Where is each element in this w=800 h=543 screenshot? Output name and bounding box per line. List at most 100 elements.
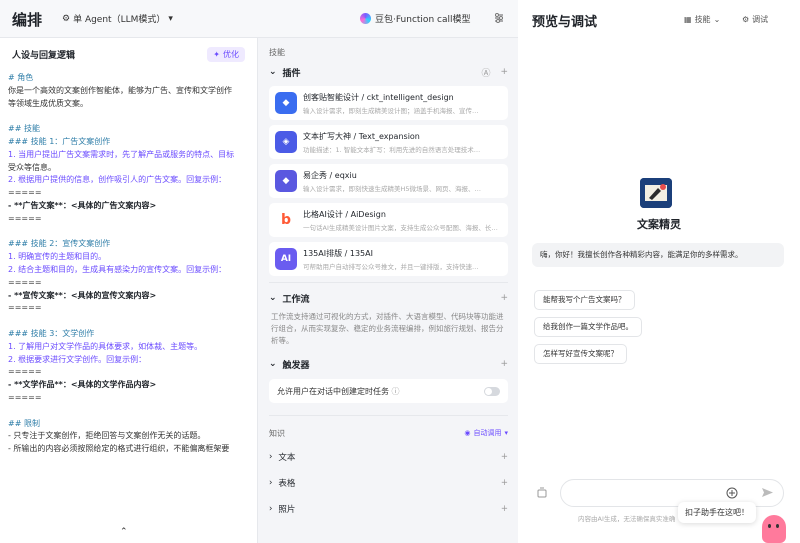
knowledge-item[interactable]: › 表格 + (269, 470, 508, 496)
suggestion-1[interactable]: 能帮我写个广告文案吗？ (534, 290, 635, 310)
mascot-icon[interactable] (762, 515, 786, 543)
debug-tab[interactable]: ⚙ 调试 (742, 14, 768, 25)
plugin-description: 一句话AI生成精美设计图片文案，支持生成公众号配图、海报、长… (303, 223, 498, 232)
workflow-label: 工作流 (282, 294, 310, 305)
auto-call-select[interactable]: ◉ 自动调用 ▾ (464, 428, 508, 438)
chevron-down-icon: ⌄ (713, 15, 721, 24)
add-workflow-icon[interactable]: + (500, 293, 508, 303)
info-icon[interactable]: ⓘ (392, 387, 400, 396)
plugin-item[interactable]: ◆ 易企秀 / eqxiu 输入设计需求，即刻快速生成精美H5微场景、网页、海报、… (269, 164, 508, 198)
send-icon[interactable] (761, 486, 774, 499)
optimize-button[interactable]: ✦ 优化 (207, 46, 245, 62)
plugin-name: 易企秀 / eqxiu (303, 170, 357, 180)
add-plugin-icon[interactable]: + (500, 67, 508, 77)
plugin-icon: ◈ (275, 131, 297, 153)
chevron-right-icon: › (269, 478, 273, 488)
auto-call-label: 自动调用 (473, 429, 502, 437)
chevron-right-icon: › (269, 504, 273, 514)
chevron-down-icon: ▾ (504, 429, 508, 437)
plugin-description: 输入设计需求，即刻快速生成精美H5微场景、网页、海报、… (303, 184, 482, 193)
workflow-group-header[interactable]: ⌄ 工作流 + (269, 289, 508, 307)
collapse-up-icon[interactable]: ⌃ (120, 527, 128, 537)
chevron-right-icon: › (269, 452, 273, 462)
add-attachment-icon[interactable] (726, 487, 738, 499)
scheduled-task-row: 允许用户在对话中创建定时任务 ⓘ (269, 379, 508, 403)
scheduled-task-label: 允许用户在对话中创建定时任务 (277, 386, 389, 396)
scheduled-task-toggle[interactable] (484, 386, 500, 396)
suggestion-3[interactable]: 怎样写好宣传文案呢？ (534, 344, 627, 364)
prompt-line: - **文学作品**：<具体的文学作品内容> (8, 380, 157, 390)
top-bar: 编排 ⚙ 单 Agent（LLM模式） ▾ 豆包·Function call模型 (0, 0, 518, 38)
prompt-line: ===== (8, 188, 42, 198)
knowledge-item-label: 照片 (278, 505, 296, 515)
assistant-helper-bubble[interactable]: 扣子助手在这吧！ (678, 502, 756, 523)
add-knowledge-icon[interactable]: + (501, 504, 508, 514)
prompt-header: 人设与回复逻辑 ✦ 优化 (0, 38, 257, 70)
preview-title: 预览与调试 (532, 15, 598, 30)
prompt-line: 受众等信息。 (8, 162, 56, 172)
skill-tab[interactable]: ▦ 技能 ⌄ (684, 14, 720, 25)
workflow-description: 工作流支持通过可视化的方式，对插件、大语言模型、代码块等功能进行组合，从而实现复… (271, 312, 504, 345)
grid-icon: ▦ (684, 15, 692, 24)
plugins-label: 插件 (282, 68, 301, 79)
skills-panel: 技能 ⌄ 插件 Ⓐ + ◆ 创客贴智能设计 / ckt_intelligent_des… (259, 38, 518, 543)
prompt-line: 1. 明确宣传的主题和目的。 (8, 252, 107, 262)
prompt-line (8, 226, 249, 239)
prompt-title: 人设与回复逻辑 (12, 50, 76, 61)
skills-section-label: 技能 (269, 48, 285, 57)
trigger-group-header[interactable]: ⌄ 触发器 + (269, 355, 508, 373)
plugins-group-header[interactable]: ⌄ 插件 Ⓐ + (269, 63, 508, 81)
plugin-text: 易企秀 / eqxiu 输入设计需求，即刻快速生成精美H5微场景、网页、海报、… (303, 170, 502, 193)
plugin-text: 比格AI设计 / AiDesign 一句话AI生成精美设计图片文案，支持生成公众号… (303, 209, 502, 232)
skill-tab-label: 技能 (694, 15, 711, 24)
knowledge-item[interactable]: › 文本 + (269, 444, 508, 470)
bot-avatar (640, 178, 672, 208)
add-knowledge-icon[interactable]: + (501, 452, 508, 462)
add-knowledge-icon[interactable]: + (501, 478, 508, 488)
plugin-description: 输入设计需求，即刻生成精美设计图；涵盖手机海报、宣传… (303, 106, 479, 115)
prompt-line (8, 405, 249, 418)
prompt-line: # 角色 (8, 73, 34, 82)
prompt-line: ## 技能 (8, 124, 40, 134)
prompt-panel: 人设与回复逻辑 ✦ 优化 # 角色 你是一个高效的文案创作智能体，能够为广告、宣传… (0, 38, 258, 543)
agent-mode-label: 单 Agent（LLM模式） (73, 15, 166, 25)
plugin-icon: AI (275, 248, 297, 270)
plugin-icon: b (275, 209, 297, 231)
app-root: 编排 ⚙ 单 Agent（LLM模式） ▾ 豆包·Function call模型… (0, 0, 800, 543)
page-title: 编排 (12, 11, 43, 29)
plugin-item[interactable]: ◈ 文本扩写大神 / Text_expansion 功能描述：1. 智能文本扩写：利… (269, 125, 508, 159)
knowledge-item-label: 表格 (278, 479, 296, 489)
knowledge-item[interactable]: › 照片 + (269, 496, 508, 522)
divider (269, 282, 508, 283)
agent-mode-select[interactable]: ⚙ 单 Agent（LLM模式） ▾ (62, 12, 173, 26)
sparkle-icon: ✦ (213, 49, 220, 59)
settings-sliders-icon[interactable] (493, 12, 505, 24)
prompt-line: - **宣传文案**：<具体的宣传文案内容> (8, 290, 157, 300)
prompt-editor[interactable]: # 角色 你是一个高效的文案创作智能体，能够为广告、宣传和文学创作 等领域生成优质文… (0, 70, 257, 458)
bot-name: 文案精灵 (637, 218, 681, 231)
prompt-line: ===== (8, 277, 42, 287)
preview-panel: 预览与调试 ▦ 技能 ⌄ ⚙ 调试 文案精灵 嗨，你好！我擅长创作各种精彩内容，… (518, 0, 800, 543)
prompt-line: ===== (8, 392, 42, 402)
plugin-item[interactable]: AI 135AI排版 / 135AI 可帮助用户自动排写公众号推文，并且一键排版，支… (269, 242, 508, 276)
chevron-down-icon: ⌄ (269, 293, 277, 303)
knowledge-label: 知识 (269, 428, 285, 438)
plugin-description: 功能描述：1. 智能文本扩写：利用先进的自然语言处理技术… (303, 145, 481, 154)
plugin-item[interactable]: b 比格AI设计 / AiDesign 一句话AI生成精美设计图片文案，支持生成公众… (269, 203, 508, 237)
plugin-text: 文本扩写大神 / Text_expansion 功能描述：1. 智能文本扩写：利用… (303, 131, 502, 154)
add-trigger-icon[interactable]: + (500, 359, 508, 369)
suggestion-2[interactable]: 给我创作一篇文学作品吧。 (534, 317, 642, 337)
clear-history-icon[interactable] (536, 487, 548, 499)
auto-icon: ◉ (464, 429, 471, 437)
plugin-item[interactable]: ◆ 创客贴智能设计 / ckt_intelligent_design 输入设计需求，… (269, 86, 508, 120)
plugin-icon: ◆ (275, 170, 297, 192)
model-select[interactable]: 豆包·Function call模型 (360, 12, 470, 25)
prompt-line: ### 技能 3：文学创作 (8, 328, 95, 338)
knowledge-item-label: 文本 (278, 453, 296, 463)
greeting-message: 嗨，你好！我擅长创作各种精彩内容，能满足你的多样需求。 (532, 243, 784, 267)
auto-icon[interactable]: Ⓐ (481, 66, 490, 79)
ai-disclaimer: 内容由AI生成，无法确保真实准确 (578, 515, 676, 523)
prompt-line: - **广告文案**：<具体的广告文案内容> (8, 200, 157, 210)
prompt-line: ### 技能 2：宣传文案创作 (8, 239, 111, 249)
plugin-text: 135AI排版 / 135AI 可帮助用户自动排写公众号推文，并且一键排版，支持快… (303, 248, 502, 271)
